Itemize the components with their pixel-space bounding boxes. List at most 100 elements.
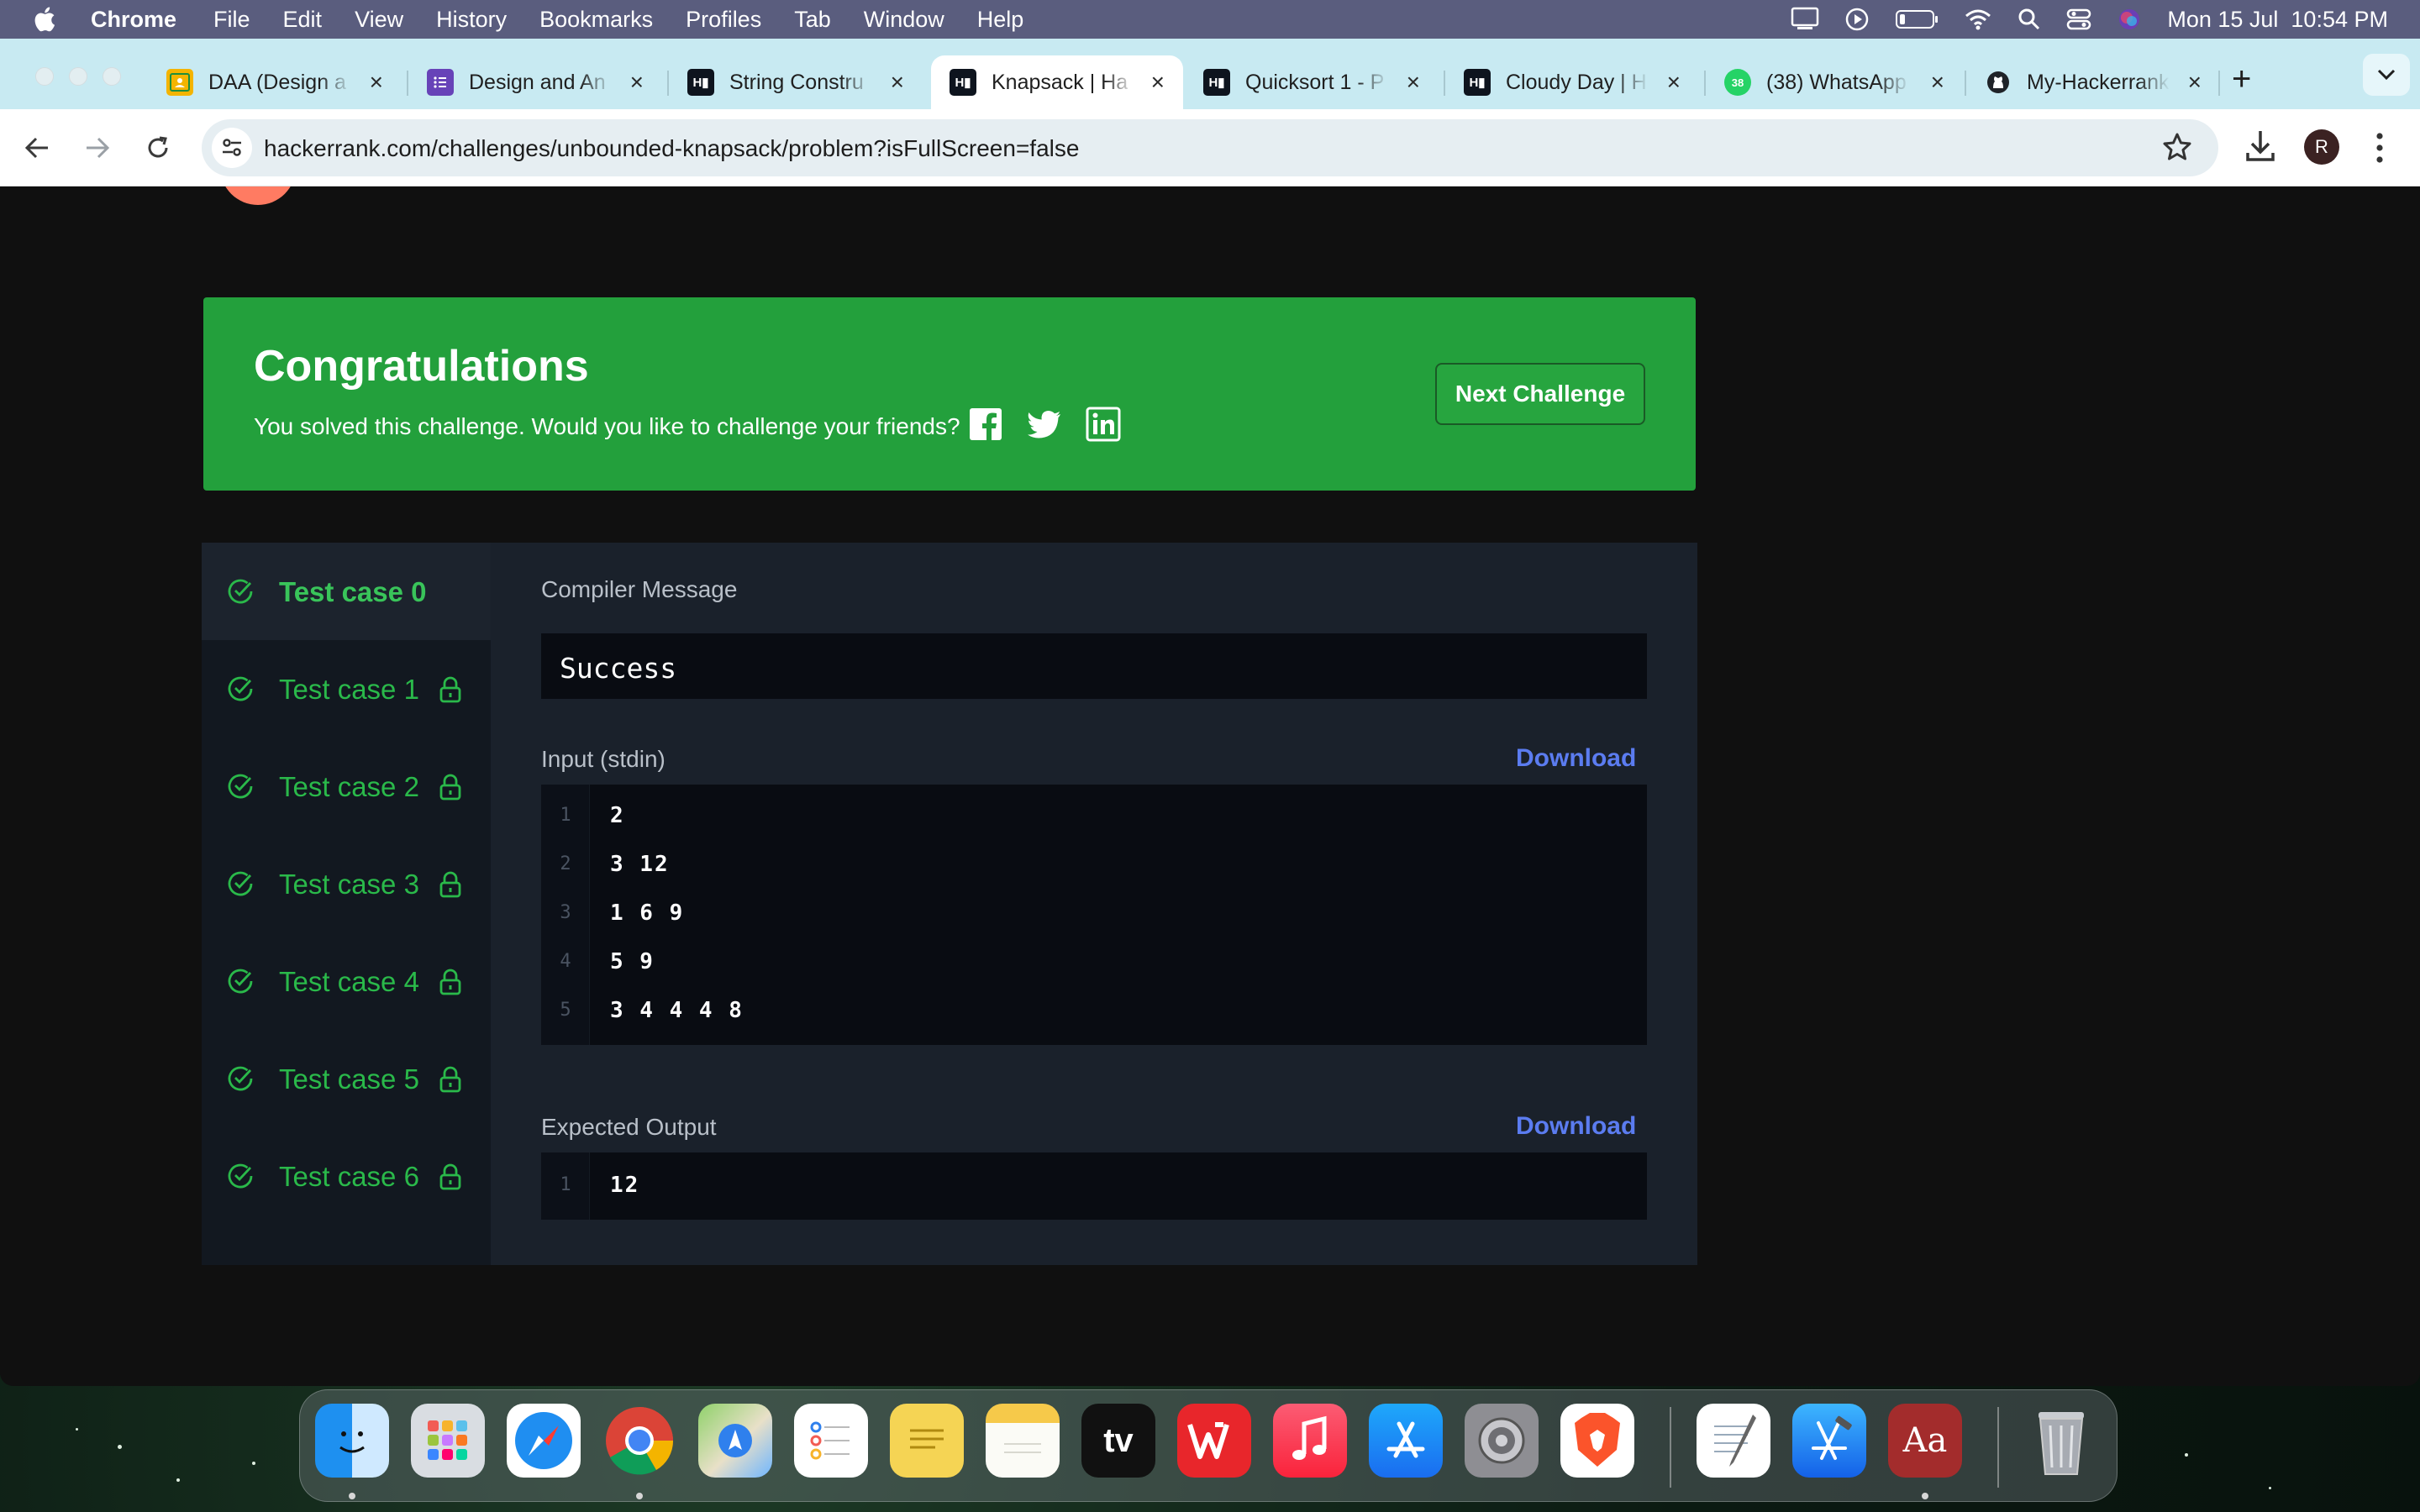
- xcode-icon[interactable]: [1792, 1404, 1866, 1478]
- back-button[interactable]: [18, 129, 55, 166]
- reload-button[interactable]: [139, 129, 176, 166]
- next-challenge-button[interactable]: Next Challenge: [1435, 363, 1645, 425]
- music-icon[interactable]: [1273, 1404, 1347, 1478]
- test-case-item[interactable]: Test case 0: [202, 543, 491, 640]
- test-case-item[interactable]: Test case 4: [202, 932, 491, 1030]
- browser-window: DAA (Design a × Design and An × H▮ Strin…: [0, 39, 2420, 1386]
- menu-tab[interactable]: Tab: [794, 7, 831, 33]
- tab-close-icon[interactable]: ×: [1151, 71, 1165, 94]
- menu-bookmarks[interactable]: Bookmarks: [539, 7, 653, 33]
- dictionary-icon[interactable]: Aa: [1888, 1404, 1962, 1478]
- menubar-clock[interactable]: Mon 15 Jul 10:54 PM: [2167, 7, 2388, 33]
- test-case-item[interactable]: Test case 6: [202, 1127, 491, 1225]
- check-circle-icon: [228, 579, 253, 604]
- siri-icon[interactable]: [2117, 7, 2142, 32]
- finder-icon[interactable]: [315, 1404, 389, 1478]
- apple-menu-icon[interactable]: [32, 5, 60, 34]
- tab-github-hackerrank[interactable]: My-Hackerrank ×: [1966, 55, 2220, 109]
- page-content: Congratulations You solved this challeng…: [0, 186, 2420, 1386]
- app-store-icon[interactable]: [1369, 1404, 1443, 1478]
- tab-close-icon[interactable]: ×: [370, 71, 383, 94]
- whatsapp-icon: 38: [1724, 69, 1751, 96]
- test-case-item[interactable]: Test case 3: [202, 835, 491, 932]
- safari-icon[interactable]: [507, 1404, 581, 1478]
- menu-file[interactable]: File: [213, 7, 250, 33]
- test-case-item[interactable]: Test case 5: [202, 1030, 491, 1127]
- window-close-button[interactable]: [35, 67, 54, 86]
- tab-daa-classroom[interactable]: DAA (Design a ×: [148, 55, 402, 109]
- dock-separator: [1670, 1407, 1671, 1488]
- menu-help[interactable]: Help: [977, 7, 1024, 33]
- menu-view[interactable]: View: [355, 7, 403, 33]
- textedit-icon[interactable]: [1697, 1404, 1770, 1478]
- input-download-link[interactable]: Download: [1516, 744, 1636, 773]
- twitter-icon[interactable]: [1027, 407, 1062, 442]
- forward-button[interactable]: [79, 129, 116, 166]
- lock-icon: [439, 969, 461, 995]
- output-download-link[interactable]: Download: [1516, 1112, 1636, 1141]
- linkedin-icon[interactable]: [1086, 407, 1121, 442]
- arrow-left-icon: [24, 137, 48, 159]
- line-text: 3 12: [610, 852, 670, 877]
- facebook-icon[interactable]: [968, 407, 1003, 442]
- tab-title: Cloudy Day | H: [1506, 70, 1647, 94]
- stickies-icon[interactable]: [890, 1404, 964, 1478]
- menu-window[interactable]: Window: [864, 7, 944, 33]
- address-bar[interactable]: hackerrank.com/challenges/unbounded-knap…: [202, 119, 2218, 176]
- menu-edit[interactable]: Edit: [283, 7, 323, 33]
- tab-string-construction[interactable]: H▮ String Constru ×: [669, 55, 923, 109]
- trash-icon[interactable]: [2024, 1404, 2098, 1478]
- expected-output-label: Expected Output: [541, 1114, 717, 1140]
- maps-icon[interactable]: [698, 1404, 772, 1478]
- chrome-icon[interactable]: [602, 1404, 676, 1478]
- system-settings-icon[interactable]: [1465, 1404, 1539, 1478]
- reminders-icon[interactable]: [794, 1404, 868, 1478]
- bookmark-star-icon[interactable]: [2161, 131, 2193, 163]
- spotlight-search-icon[interactable]: [2018, 8, 2041, 31]
- congratulations-banner: Congratulations You solved this challeng…: [203, 297, 1696, 491]
- more-options-icon[interactable]: [2375, 131, 2385, 165]
- notes-icon[interactable]: [986, 1404, 1060, 1478]
- tab-knapsack[interactable]: H▮ Knapsack | Ha ×: [931, 55, 1183, 109]
- url-text[interactable]: hackerrank.com/challenges/unbounded-knap…: [264, 135, 1079, 162]
- test-case-item[interactable]: Test case 1: [202, 640, 491, 738]
- lock-icon: [439, 676, 461, 703]
- menu-app-name[interactable]: Chrome: [91, 7, 176, 33]
- tab-close-icon[interactable]: ×: [1667, 71, 1681, 94]
- display-icon[interactable]: [1791, 7, 1819, 32]
- running-indicator: [349, 1493, 355, 1499]
- battery-icon[interactable]: [1895, 8, 1939, 30]
- launchpad-icon[interactable]: [411, 1404, 485, 1478]
- wifi-icon[interactable]: [1964, 8, 1992, 31]
- tab-close-icon[interactable]: ×: [2188, 71, 2202, 94]
- tab-close-icon[interactable]: ×: [630, 71, 644, 94]
- line-text: 2: [610, 803, 625, 828]
- play-circle-icon[interactable]: [1844, 7, 1870, 32]
- downloads-icon[interactable]: [2244, 128, 2277, 165]
- window-zoom-button[interactable]: [103, 67, 121, 86]
- line-text: 1 6 9: [610, 900, 685, 926]
- wps-office-icon[interactable]: [1177, 1404, 1251, 1478]
- window-minimize-button[interactable]: [69, 67, 87, 86]
- tab-quicksort[interactable]: H▮ Quicksort 1 - P ×: [1185, 55, 1439, 109]
- compiler-message-text: Success: [560, 652, 677, 685]
- macos-menu-bar: Chrome File Edit View History Bookmarks …: [0, 0, 2420, 39]
- tab-close-icon[interactable]: ×: [1931, 71, 1944, 94]
- tab-strip: DAA (Design a × Design and An × H▮ Strin…: [0, 39, 2420, 109]
- brave-icon[interactable]: [1560, 1404, 1634, 1478]
- site-info-button[interactable]: [212, 128, 252, 168]
- tab-search-button[interactable]: [2363, 54, 2410, 96]
- profile-avatar[interactable]: R: [2304, 129, 2339, 165]
- test-case-label: Test case 0: [279, 576, 427, 607]
- menu-profiles[interactable]: Profiles: [686, 7, 761, 33]
- control-center-icon[interactable]: [2066, 7, 2091, 32]
- test-case-item[interactable]: Test case 2: [202, 738, 491, 835]
- tab-cloudy-day[interactable]: H▮ Cloudy Day | H ×: [1445, 55, 1699, 109]
- apple-tv-icon[interactable]: tv: [1081, 1404, 1155, 1478]
- tab-close-icon[interactable]: ×: [891, 71, 904, 94]
- tab-whatsapp[interactable]: 38 (38) WhatsApp ×: [1706, 55, 1963, 109]
- new-tab-icon[interactable]: +: [2232, 62, 2251, 96]
- tab-close-icon[interactable]: ×: [1407, 71, 1420, 94]
- tab-design-and-analysis[interactable]: Design and An ×: [408, 55, 662, 109]
- menu-history[interactable]: History: [436, 7, 507, 33]
